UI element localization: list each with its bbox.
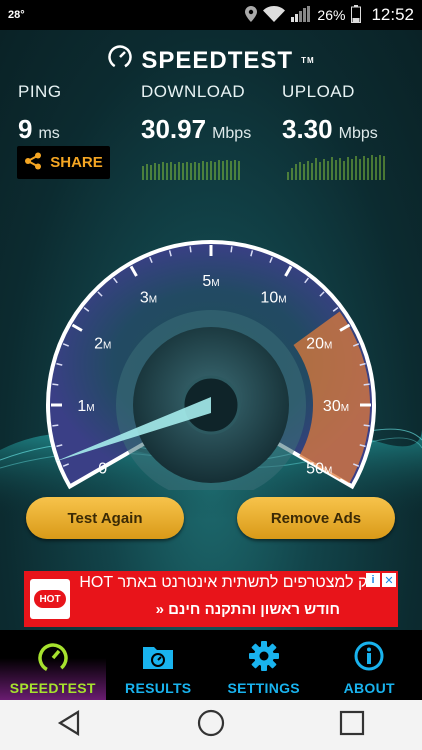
share-label: SHARE (50, 154, 103, 171)
main-area: SPEEDTEST TM PING 9 ms DOWNLOAD 30.97 Mbps … (0, 30, 422, 630)
upload-value-block: 3.30 Mbps (282, 114, 378, 145)
ping-label: PING (18, 82, 62, 101)
app-brand: SPEEDTEST TM (0, 44, 422, 77)
ad-logo-text: HOT (34, 590, 66, 608)
battery-percent: 26% (317, 7, 346, 23)
ad-logo: HOT (30, 579, 70, 619)
test-again-button[interactable]: Test Again (26, 497, 184, 539)
system-nav-bar (0, 700, 422, 750)
share-icon (24, 152, 42, 174)
upload-label: UPLOAD (282, 82, 355, 101)
gauge-minor-tick (52, 424, 59, 427)
speed-gauge: 01M2M3M5M10M20M30M50M (46, 240, 376, 490)
gauge-tick-label: 0 (98, 461, 107, 478)
upload-value: 3.30 (282, 114, 333, 144)
gauge-minor-tick (363, 383, 370, 386)
gauge-minor-tick (189, 246, 192, 253)
ping-value-block: 9 ms (18, 114, 60, 145)
upload-graph (287, 155, 385, 180)
temperature-text: 28° (8, 9, 25, 21)
ad-info-icon[interactable]: i (366, 573, 380, 587)
brand-trademark: TM (301, 56, 315, 65)
ping-unit: ms (38, 125, 60, 142)
nav-results[interactable]: RESULTS (106, 630, 212, 700)
gauge-minor-tick (230, 246, 233, 253)
status-bar: 28° 26% 12:52 (0, 0, 422, 30)
ad-headline: רק למצטרפים לתשתית אינטרנט באתר HOT (79, 574, 376, 591)
clock: 12:52 (371, 5, 414, 24)
download-label: DOWNLOAD (141, 82, 246, 101)
nav-settings[interactable]: SETTINGS (211, 630, 317, 700)
location-icon (245, 5, 258, 25)
download-value-block: 30.97 Mbps (141, 114, 251, 145)
nav-speedtest-label: SPEEDTEST (9, 680, 96, 696)
nav-speedtest[interactable]: SPEEDTEST (0, 630, 106, 700)
status-icons: 26% 12:52 (245, 4, 414, 26)
gauge-minor-tick (363, 424, 370, 427)
download-graph (142, 160, 240, 180)
nav-about[interactable]: ABOUT (317, 630, 422, 700)
ad-banner[interactable]: HOT רק למצטרפים לתשתית אינטרנט באתר HOT … (24, 571, 398, 627)
speedometer-icon (36, 641, 70, 674)
info-icon (354, 641, 384, 674)
ad-choices[interactable]: i ✕ (366, 573, 396, 587)
back-icon[interactable] (56, 709, 84, 742)
remove-ads-button[interactable]: Remove Ads (237, 497, 395, 539)
ad-close-icon[interactable]: ✕ (382, 573, 396, 587)
bottom-nav: SPEEDTEST RESULTS SETTINGS ABOUT (0, 630, 422, 700)
wifi-icon (263, 5, 286, 25)
nav-settings-label: SETTINGS (227, 680, 300, 696)
ad-subline: חודש ראשון והתקנה חינם « (155, 601, 340, 618)
gear-icon (248, 641, 279, 674)
gauge-minor-tick (52, 383, 59, 386)
brand-name: SPEEDTEST (141, 46, 294, 74)
download-unit: Mbps (212, 125, 252, 142)
download-value: 30.97 (141, 114, 207, 144)
nav-about-label: ABOUT (343, 680, 395, 696)
ping-value: 9 (18, 114, 33, 144)
signal-icon (291, 5, 311, 25)
speedometer-logo-icon (107, 44, 133, 77)
nav-results-label: RESULTS (125, 680, 192, 696)
upload-unit: Mbps (338, 125, 378, 142)
home-icon[interactable] (197, 709, 225, 742)
battery-icon (351, 4, 362, 26)
recents-icon[interactable] (338, 709, 366, 742)
share-button[interactable]: SHARE (17, 146, 110, 179)
results-folder-icon (141, 643, 175, 674)
